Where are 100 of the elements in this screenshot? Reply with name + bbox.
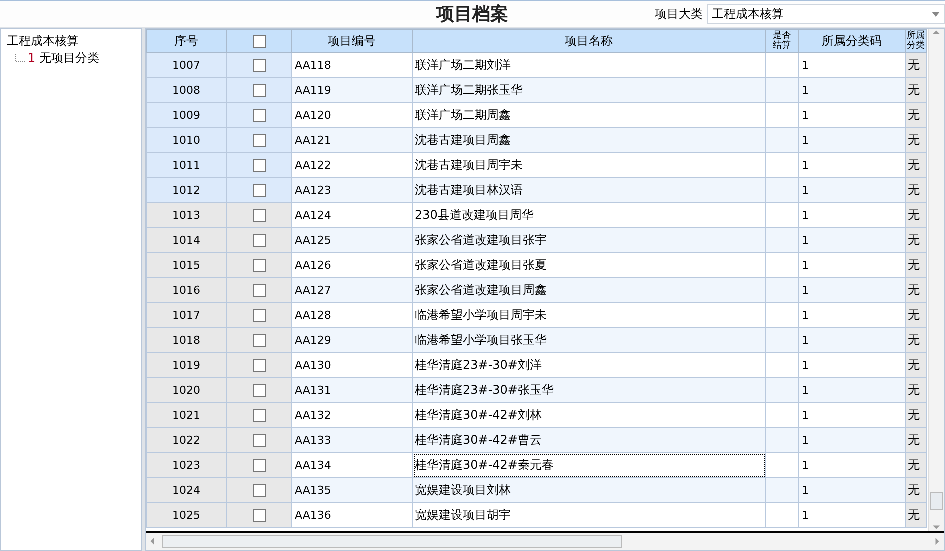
table-cell: 宽娱建设项目胡宇 [412, 502, 766, 528]
row-number-cell[interactable]: 1020 [146, 378, 226, 402]
table-cell: 无 [906, 52, 926, 78]
row-number-cell[interactable]: 1007 [146, 52, 226, 78]
checkbox[interactable] [252, 458, 266, 472]
checkbox[interactable] [252, 208, 266, 222]
horizontal-scrollbar[interactable] [146, 531, 944, 550]
table-cell: AA129 [292, 328, 412, 352]
column-header[interactable]: 项目编号 [292, 30, 412, 52]
checkbox[interactable] [252, 334, 266, 347]
row-number-cell[interactable]: 1018 [146, 328, 226, 352]
checkbox[interactable] [252, 484, 266, 497]
checkbox[interactable] [252, 284, 266, 297]
checkbox[interactable] [252, 184, 266, 197]
row-number-cell[interactable]: 1010 [146, 128, 226, 152]
column-header[interactable]: 是否结算 [766, 30, 798, 52]
checkbox[interactable] [252, 308, 266, 322]
table-cell: 230县道改建项目周华 [412, 202, 766, 228]
row-number-cell[interactable]: 1011 [146, 152, 226, 178]
row-number-cell[interactable]: 1024 [146, 478, 226, 502]
table-cell: 桂华清庭23#-30#刘洋 [412, 352, 766, 378]
checkbox[interactable] [252, 358, 266, 372]
checkbox[interactable] [252, 258, 266, 272]
table-cell: 1 [798, 328, 906, 352]
row-number-cell[interactable]: 1023 [146, 452, 226, 478]
table-cell: 无 [906, 78, 926, 102]
scroll-right-icon[interactable] [934, 538, 941, 545]
table-cell: AA120 [292, 102, 412, 128]
table-cell: 1 [798, 228, 906, 252]
table-cell: 无 [906, 178, 926, 202]
table-cell: 无 [906, 328, 926, 352]
table-cell: AA127 [292, 278, 412, 302]
table-cell: 沈巷古建项目林汉语 [412, 178, 766, 202]
table-cell: 张家公省道改建项目张夏 [412, 252, 766, 278]
table-cell: 桂华清庭23#-30#张玉华 [412, 378, 766, 402]
row-number-cell[interactable]: 1019 [146, 352, 226, 378]
row-number-cell[interactable]: 1015 [146, 252, 226, 278]
table-cell: AA119 [292, 78, 412, 102]
table-cell: AA135 [292, 478, 412, 502]
column-header[interactable]: 序号 [146, 30, 226, 52]
table-cell: AA122 [292, 152, 412, 178]
row-number-cell[interactable]: 1013 [146, 202, 226, 228]
table-cell: 无 [906, 128, 926, 152]
table-cell: 联洋广场二期刘洋 [412, 52, 766, 78]
table-cell: 临港希望小学项目周宇未 [412, 302, 766, 328]
checkbox[interactable] [252, 108, 266, 122]
table-cell: 1 [798, 202, 906, 228]
scroll-up-icon[interactable] [933, 29, 940, 36]
scroll-thumb[interactable] [930, 492, 943, 510]
row-number-cell[interactable]: 1009 [146, 102, 226, 128]
row-number-cell[interactable]: 1008 [146, 78, 226, 102]
table-cell: 无 [906, 402, 926, 428]
column-header[interactable]: 项目名称 [412, 30, 766, 52]
table-cell: 桂华清庭30#-42#秦元春 [412, 452, 766, 478]
checkbox[interactable] [252, 158, 266, 172]
table-cell: 无 [906, 452, 926, 478]
category-label: 项目大类 [655, 6, 703, 22]
table-cell: AA133 [292, 428, 412, 452]
category-select[interactable]: 工程成本核算 [707, 4, 945, 24]
column-header[interactable]: 所属分类 [906, 30, 926, 52]
select-all-header[interactable] [226, 30, 292, 52]
column-header[interactable]: 所属分类码 [798, 30, 906, 52]
table-cell: 无 [906, 278, 926, 302]
table-cell: 无 [906, 478, 926, 502]
row-number-cell[interactable]: 1014 [146, 228, 226, 252]
checkbox[interactable] [252, 134, 266, 147]
tree-item[interactable]: 1 无项目分类 [28, 50, 100, 67]
table-cell: 无 [906, 102, 926, 128]
table-cell: 1 [798, 102, 906, 128]
vertical-scrollbar[interactable] [928, 29, 944, 531]
table-cell: 联洋广场二期周鑫 [412, 102, 766, 128]
checkbox[interactable] [252, 408, 266, 422]
checkbox[interactable] [252, 35, 266, 48]
table-cell: 1 [798, 378, 906, 402]
row-number-cell[interactable]: 1016 [146, 278, 226, 302]
checkbox[interactable] [252, 508, 266, 522]
row-number-cell[interactable]: 1025 [146, 502, 226, 528]
table-cell: AA136 [292, 502, 412, 528]
checkbox[interactable] [252, 58, 266, 72]
page-title: 项目档案 [436, 3, 508, 26]
row-number-cell[interactable]: 1012 [146, 178, 226, 202]
table-cell: 无 [906, 378, 926, 402]
row-number-cell[interactable]: 1017 [146, 302, 226, 328]
tree-item[interactable]: 工程成本核算 [7, 33, 135, 50]
dropdown-icon [932, 12, 940, 16]
table-cell: 沈巷古建项目周宇未 [412, 152, 766, 178]
checkbox[interactable] [252, 84, 266, 97]
scroll-left-icon[interactable] [149, 538, 156, 545]
table-cell: AA131 [292, 378, 412, 402]
row-number-cell[interactable]: 1022 [146, 428, 226, 452]
table-cell: 1 [798, 78, 906, 102]
scroll-thumb[interactable] [162, 535, 622, 548]
checkbox[interactable] [252, 234, 266, 247]
table-cell: 无 [906, 152, 926, 178]
table-cell: AA123 [292, 178, 412, 202]
checkbox[interactable] [252, 384, 266, 397]
table-cell: 无 [906, 228, 926, 252]
checkbox[interactable] [252, 434, 266, 447]
row-number-cell[interactable]: 1021 [146, 402, 226, 428]
table-cell: 沈巷古建项目周鑫 [412, 128, 766, 152]
